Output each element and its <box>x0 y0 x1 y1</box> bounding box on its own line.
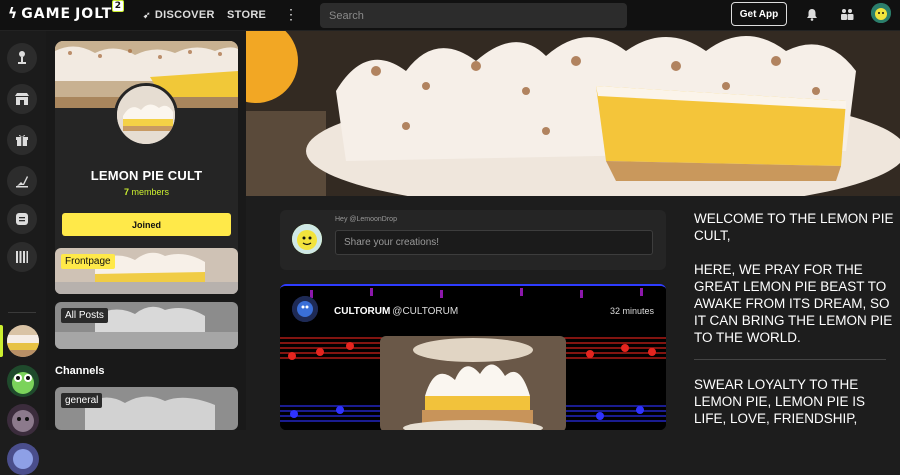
channel-frontpage[interactable]: Frontpage <box>55 248 238 294</box>
logo-text-game: GAME <box>21 6 72 22</box>
compose-input[interactable] <box>335 230 653 255</box>
member-count-label: members <box>131 187 170 197</box>
post-author-avatar[interactable] <box>292 296 318 322</box>
description-welcome: WELCOME TO THE LEMON PIE CULT, <box>694 211 894 243</box>
community-lemon-pie-icon[interactable] <box>7 325 39 357</box>
top-navbar: ϟ GAME JOLT 2 ➹ DISCOVER STORE ⋮ Get App <box>0 0 900 31</box>
get-app-button[interactable]: Get App <box>731 2 787 26</box>
store-label: STORE <box>227 9 267 21</box>
user-avatar[interactable] <box>871 3 891 23</box>
discover-link[interactable]: ➹ DISCOVER <box>143 9 215 21</box>
rail-gift-icon[interactable] <box>7 125 37 155</box>
community-other-icon[interactable] <box>7 443 39 475</box>
feed-area: Hey @LemoonDrop CULTORUM@CULTORUM 32 min… <box>246 196 675 430</box>
compose-user-avatar <box>292 224 322 254</box>
channel-general[interactable]: general <box>55 387 238 430</box>
post-author-name: CULTORUM <box>334 306 391 317</box>
description-prayer: HERE, WE PRAY FOR THE GREAT LEMON PIE BE… <box>694 262 893 345</box>
rail-library-icon[interactable] <box>7 242 37 272</box>
post-author-handle: @CULTORUM <box>392 306 459 317</box>
channels-heading: Channels <box>55 365 105 377</box>
gamejolt-logo[interactable]: ϟ GAME JOLT 2 <box>8 0 125 22</box>
active-indicator <box>0 325 3 357</box>
joined-button[interactable]: Joined <box>62 213 231 236</box>
community-card: LEMON PIE CULT 7 members Joined <box>55 41 238 268</box>
bell-icon[interactable] <box>806 8 818 24</box>
community-panel: LEMON PIE CULT 7 members Joined Frontpag… <box>46 31 246 430</box>
search-input[interactable] <box>320 3 627 28</box>
rail-creator-icon[interactable] <box>7 166 37 196</box>
member-count-number: 7 <box>123 187 129 197</box>
more-menu-icon[interactable]: ⋮ <box>284 6 298 23</box>
community-description: WELCOME TO THE LEMON PIE CULT, HERE, WE … <box>675 196 900 430</box>
channel-frontpage-label: Frontpage <box>61 254 115 269</box>
logo-text-jolt: JOLT <box>75 6 113 22</box>
community-banner-image <box>246 31 900 196</box>
compose-greeting: Hey @LemoonDrop <box>335 216 397 223</box>
friends-icon[interactable] <box>840 8 854 24</box>
compose-box: Hey @LemoonDrop <box>280 210 666 270</box>
discover-label: DISCOVER <box>154 9 215 21</box>
description-loyalty: SWEAR LOYALTY TO THE LEMON PIE, LEMON PI… <box>694 377 866 426</box>
rail-store-icon[interactable] <box>7 84 37 114</box>
left-rail <box>0 31 46 475</box>
community-name: LEMON PIE CULT <box>90 168 203 183</box>
store-link[interactable]: STORE <box>227 9 266 21</box>
post-timestamp: 32 minutes <box>609 306 654 316</box>
member-count[interactable]: 7 members <box>55 187 238 197</box>
description-divider <box>694 359 886 360</box>
community-avatar[interactable] <box>114 83 178 147</box>
rail-chat-icon[interactable] <box>7 204 37 234</box>
rail-divider <box>8 312 36 313</box>
rail-explore-icon[interactable] <box>7 43 37 73</box>
post-image[interactable] <box>380 336 566 430</box>
channel-general-label: general <box>61 393 103 408</box>
community-face-icon[interactable] <box>7 404 39 436</box>
bolt-icon: ϟ <box>8 6 19 22</box>
post-card[interactable]: CULTORUM @CULTORUM 32 minutes <box>280 284 666 430</box>
version-badge: 2 <box>112 0 125 12</box>
community-frog-icon[interactable] <box>7 365 39 397</box>
channel-all-posts-label: All Posts <box>61 308 108 323</box>
compass-icon: ➹ <box>143 9 151 20</box>
channel-all-posts[interactable]: All Posts <box>55 302 238 349</box>
post-author[interactable]: CULTORUM @CULTORUM <box>334 306 458 317</box>
